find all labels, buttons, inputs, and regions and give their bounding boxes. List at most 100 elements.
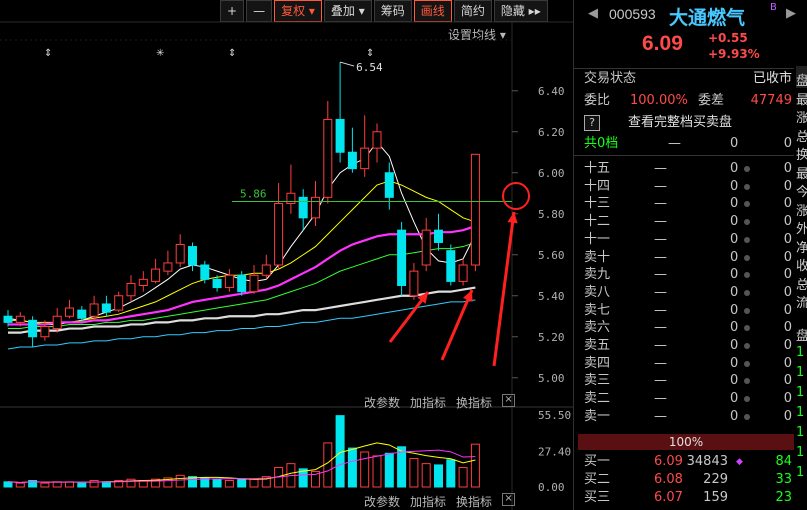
add-indicator-button[interactable]: 加指标	[410, 493, 446, 510]
event-marker-icon: ⇕	[44, 48, 52, 59]
bid-level-row[interactable]: 买一 6.09 34843 84 ◆	[582, 453, 792, 471]
ratio-value: 100%	[668, 435, 704, 449]
bid-level-row[interactable]: 买二 6.08 229 33	[582, 471, 792, 489]
total-levels-label: 共0档	[584, 136, 619, 151]
side-char: 最	[796, 92, 807, 108]
ask-level-row[interactable]: 卖七 — 0 0	[582, 302, 792, 320]
ask-level-row[interactable]: 卖四 — 0 0	[582, 355, 792, 373]
level-dot-icon	[744, 166, 750, 172]
full-depth-row[interactable]: ? 查看完整档买卖盘	[582, 114, 792, 132]
ask-level-row[interactable]: 卖五 — 0 0	[582, 337, 792, 355]
level-volume: 0	[730, 178, 739, 194]
stock-name: 大通燃气	[669, 7, 746, 29]
high-label: 6.54	[356, 61, 383, 74]
ask-level-row[interactable]: 卖二 — 0 0	[582, 390, 792, 408]
volume-bar	[65, 481, 74, 488]
switch-indicator-button[interactable]: 换指标	[456, 493, 492, 510]
level-price: —	[654, 355, 667, 371]
candle-body	[397, 229, 407, 286]
y-tick-label: 5.80	[538, 208, 565, 221]
event-marker-icon: ✳	[156, 48, 164, 59]
change-percent: +9.93%	[708, 47, 760, 61]
candle-body	[212, 278, 222, 289]
indicator-toolbar-volume: 改参数 加指标 换指标 ×	[364, 493, 516, 510]
ask-level-row[interactable]: 十五 — 0 0	[582, 160, 792, 178]
switch-indicator-button[interactable]: 换指标	[456, 394, 492, 411]
volume-bar	[52, 481, 62, 488]
level-dot-icon	[744, 360, 750, 367]
level-count: 0	[783, 338, 792, 353]
volume-bar	[126, 478, 136, 488]
level-label: 卖八	[584, 284, 611, 300]
ask-level-row[interactable]: 卖八 — 0 0	[582, 284, 792, 302]
bid-ask-ratio-bar: 100%	[578, 434, 794, 450]
candle-body	[470, 153, 480, 266]
volume-bar	[101, 481, 111, 488]
vol-tick-label: 27.40	[538, 445, 571, 458]
total-vol: 0	[730, 136, 739, 151]
ask-level-row[interactable]: 卖九 — 0 0	[582, 266, 792, 284]
last-price: 6.09	[642, 32, 683, 55]
level-price: —	[654, 320, 667, 336]
ask-level-row[interactable]: 卖十 — 0 0	[582, 249, 792, 267]
side-char: 今	[796, 185, 807, 200]
y-tick-label: 5.20	[538, 331, 565, 344]
trade-status-value: 已收市	[752, 71, 792, 86]
level-dot-icon	[744, 325, 750, 332]
full-depth-link[interactable]: 查看完整档买卖盘	[628, 114, 732, 132]
candle-body	[40, 326, 50, 338]
kline-chart[interactable]: 6.40 6.20 6.00 5.80 5.60 5.40 5.20 5.00 5.86 6.54…	[0, 0, 573, 510]
close-icon[interactable]: ×	[502, 493, 516, 506]
volume-bar	[224, 480, 234, 488]
trade-status-label: 交易状态	[584, 71, 637, 86]
ask-level-row[interactable]: 十二 — 0 0	[582, 213, 792, 231]
level-dot-icon	[744, 396, 750, 403]
vol-tick-label: 0.00	[538, 481, 565, 494]
level-volume: 34843	[686, 454, 728, 469]
candle-body	[372, 131, 382, 149]
level-count: 0	[783, 214, 792, 230]
change-params-button[interactable]: 改参数	[364, 394, 400, 411]
level-label: 卖九	[584, 267, 611, 283]
level-dot-icon	[744, 183, 750, 190]
level-label: 卖四	[584, 355, 611, 371]
y-tick-label: 6.00	[538, 167, 565, 180]
y-tick-label: 5.60	[538, 249, 565, 262]
level-count: 0	[783, 373, 792, 389]
candle-body	[101, 303, 111, 313]
level-price: —	[654, 196, 667, 212]
level-label: 十四	[584, 178, 611, 194]
level-count: 0	[783, 249, 792, 265]
bid-level-row[interactable]: 买三 6.07 159 23	[582, 489, 792, 507]
level-volume: 229	[703, 472, 728, 487]
level-volume: 159	[703, 490, 728, 505]
weibi-label: 委比	[584, 93, 611, 108]
ask-level-row[interactable]: 十三 — 0 0	[582, 195, 792, 213]
ask-level-row[interactable]: 卖三 — 0 0	[582, 372, 792, 390]
annotation-arrow-icon	[492, 211, 516, 367]
level-price: —	[654, 178, 667, 194]
ask-level-row[interactable]: 十四 — 0 0	[582, 178, 792, 196]
add-indicator-button[interactable]: 加指标	[410, 394, 446, 411]
level-count: 33	[775, 472, 792, 487]
weibi-value: 100.00%	[630, 93, 688, 108]
candle-body	[335, 118, 345, 153]
level-count: 0	[783, 161, 792, 176]
level-label: 买一	[584, 454, 611, 469]
ask-level-row[interactable]: 十一 — 0 0	[582, 231, 792, 249]
level-count: 23	[775, 490, 792, 505]
ask-level-row[interactable]: 卖六 — 0 0	[582, 319, 792, 337]
level-price: —	[654, 391, 667, 407]
close-icon[interactable]: ×	[502, 394, 516, 407]
stock-code: 000593	[609, 6, 656, 22]
ask-level-row[interactable]: 卖一 — 0 0	[582, 408, 792, 426]
change-params-button[interactable]: 改参数	[364, 493, 400, 510]
candle-body	[200, 264, 210, 280]
volume-bar	[237, 478, 247, 488]
side-char: 盘	[796, 74, 807, 89]
next-stock-icon[interactable]: ▶	[786, 6, 796, 21]
prev-stock-icon[interactable]: ◀	[588, 6, 598, 21]
stock-header: ◀ 000593 大通燃气 B ▶ 6.09 +0.55 +9.93%	[574, 0, 807, 68]
candle-body	[65, 307, 74, 317]
help-icon[interactable]: ?	[584, 115, 600, 131]
